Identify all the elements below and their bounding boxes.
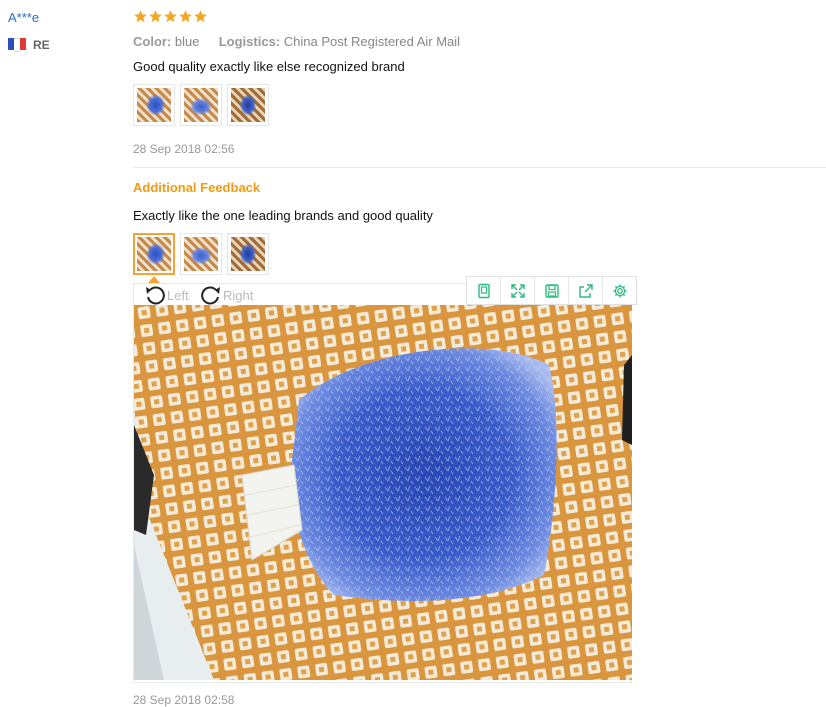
additional-photo-thumbnail[interactable] [180,233,222,275]
star-icon [194,10,207,23]
review-photo-large [134,305,632,680]
fullscreen-button[interactable] [501,277,535,304]
star-icon [134,10,147,23]
divider [133,167,826,168]
star-rating [133,9,208,24]
save-icon [544,283,559,298]
rotate-left-icon [146,286,165,305]
copy-button[interactable] [467,277,501,304]
rotate-left-label: Left [167,287,189,303]
additional-photo-thumbnail[interactable] [227,233,269,275]
review-photo-thumbnail[interactable] [133,84,175,126]
additional-thumbnails [133,233,269,275]
additional-feedback-date: 28 Sep 2018 02:58 [133,693,235,707]
fullscreen-icon [510,283,525,298]
star-icon [164,10,177,23]
rotate-left-button[interactable]: Left [144,285,189,305]
viewer-toolbar [466,276,637,305]
review-date: 28 Sep 2018 02:56 [133,142,235,156]
color-value: blue [174,34,200,49]
rotate-right-button[interactable]: Right [200,285,253,305]
selection-caret [148,276,160,283]
logistics-label: Logistics: [218,34,281,49]
review-photo-thumbnail[interactable] [180,84,222,126]
review-thumbnails [133,84,269,126]
reviewer-name[interactable]: A***e [8,10,39,25]
star-icon [149,10,162,23]
color-label: Color: [133,34,172,49]
share-button[interactable] [569,277,603,304]
additional-photo-thumbnail-selected[interactable] [133,233,175,275]
product-photo [134,305,632,680]
review-photo-thumbnail[interactable] [227,84,269,126]
reviewer-country: RE [33,38,50,52]
country-flag-icon [8,38,26,52]
review-text: Good quality exactly like else recognize… [133,59,405,74]
logistics-value: China Post Registered Air Mail [283,34,461,49]
star-icon [179,10,192,23]
rotate-right-label: Right [223,287,254,303]
review-meta: Color: blue Logistics: China Post Regist… [133,34,460,49]
additional-feedback-title: Additional Feedback [133,180,261,195]
settings-button[interactable] [603,277,636,304]
rotate-right-icon [201,286,220,305]
save-button[interactable] [535,277,569,304]
copy-icon [477,283,490,298]
share-icon [578,283,593,298]
settings-icon [613,284,626,297]
additional-feedback-text: Exactly like the one leading brands and … [133,208,433,223]
